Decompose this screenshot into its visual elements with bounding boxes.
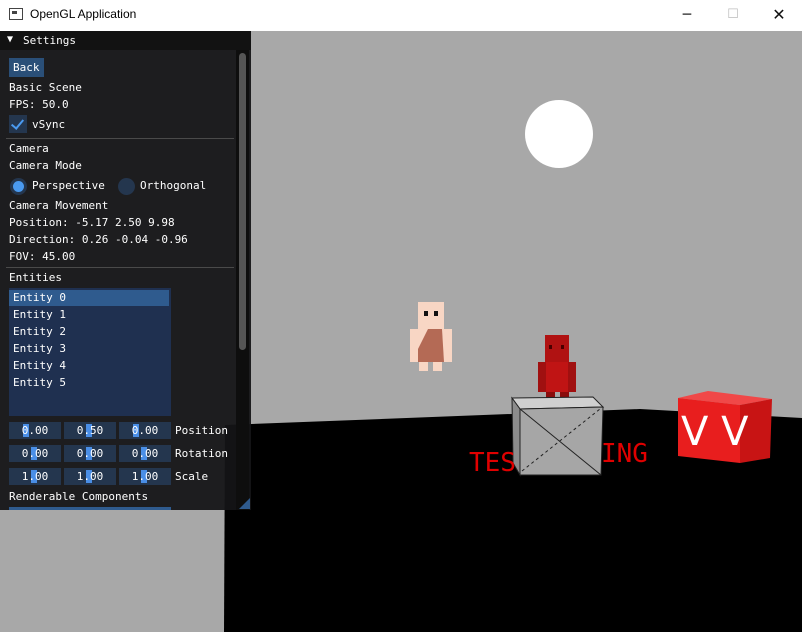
window-title: OpenGL Application — [30, 7, 137, 21]
position-label: Position — [175, 424, 228, 437]
separator — [6, 138, 234, 139]
app-window-icon — [9, 8, 23, 20]
list-item[interactable]: Entity 4 — [9, 358, 169, 374]
list-item[interactable]: Entity 2 — [9, 324, 169, 340]
component-list-partial[interactable] — [9, 507, 171, 510]
svg-text:V V: V V — [681, 409, 749, 455]
rotation-z-drag[interactable]: 0.00 — [119, 445, 171, 462]
renderable-components-title: Renderable Components — [9, 490, 149, 503]
character-skin — [410, 302, 452, 371]
scale-x-drag[interactable]: 1.00 — [9, 468, 61, 485]
rotation-label: Rotation — [175, 447, 228, 460]
vsync-label: vSync — [32, 118, 66, 131]
camera-direction-readout: Direction: 0.26 -0.04 -0.96 — [9, 233, 188, 246]
scale-y-drag[interactable]: 1.00 — [64, 468, 116, 485]
position-x-drag[interactable]: 0.00 — [9, 422, 61, 439]
camera-movement-label: Camera Movement — [9, 199, 109, 212]
separator — [6, 267, 234, 268]
camera-fov-readout: FOV: 45.00 — [9, 250, 76, 263]
scale-z-drag[interactable]: 1.00 — [119, 468, 171, 485]
entities-section-title: Entities — [9, 271, 62, 284]
resize-grip-icon[interactable] — [239, 498, 250, 509]
fps-readout: FPS: 50.0 — [9, 98, 69, 111]
panel-title: Settings — [23, 34, 76, 47]
list-item[interactable]: Entity 5 — [9, 375, 169, 391]
rotation-y-drag[interactable]: 0.00 — [64, 445, 116, 462]
minimize-button[interactable]: ─ — [664, 0, 710, 31]
list-item[interactable]: Entity 0 — [9, 290, 169, 306]
character-red — [538, 335, 576, 401]
scene-text-right: ING — [601, 439, 648, 469]
camera-position-readout: Position: -5.17 2.50 9.98 — [9, 216, 175, 229]
perspective-label: Perspective — [32, 179, 105, 192]
collapse-arrow-icon[interactable]: ▼ — [7, 34, 13, 45]
position-z-drag[interactable]: 0.00 — [119, 422, 171, 439]
position-y-drag[interactable]: 0.50 — [64, 422, 116, 439]
crate-box — [511, 396, 605, 477]
title-bar: OpenGL Application ─ ☐ ✕ — [0, 0, 802, 32]
settings-panel: ▼ Settings Back Basic Scene FPS: 50.0 vS… — [0, 31, 251, 510]
panel-scrollbar[interactable] — [236, 50, 249, 510]
list-item[interactable]: Entity 1 — [9, 307, 169, 323]
camera-section-title: Camera — [9, 142, 49, 155]
orthogonal-radio[interactable] — [118, 178, 135, 195]
sun-sphere — [525, 100, 593, 168]
list-item[interactable]: Entity 3 — [9, 341, 169, 357]
scrollbar-thumb[interactable] — [239, 53, 246, 350]
scene-text-left: TES — [469, 448, 516, 478]
maximize-button[interactable]: ☐ — [710, 0, 756, 31]
scene-name-label: Basic Scene — [9, 81, 82, 94]
close-button[interactable]: ✕ — [756, 0, 802, 31]
back-button[interactable]: Back — [9, 58, 44, 77]
perspective-radio[interactable] — [10, 178, 27, 195]
entity-listbox[interactable]: Entity 0 Entity 1 Entity 2 Entity 3 Enti… — [9, 288, 171, 416]
panel-header[interactable]: ▼ Settings — [0, 31, 251, 50]
camera-mode-label: Camera Mode — [9, 159, 82, 172]
rotation-x-drag[interactable]: 0.00 — [9, 445, 61, 462]
orthogonal-label: Orthogonal — [140, 179, 207, 192]
vsync-checkbox[interactable] — [9, 115, 27, 133]
red-cube: V V — [678, 391, 772, 463]
scale-label: Scale — [175, 470, 209, 483]
